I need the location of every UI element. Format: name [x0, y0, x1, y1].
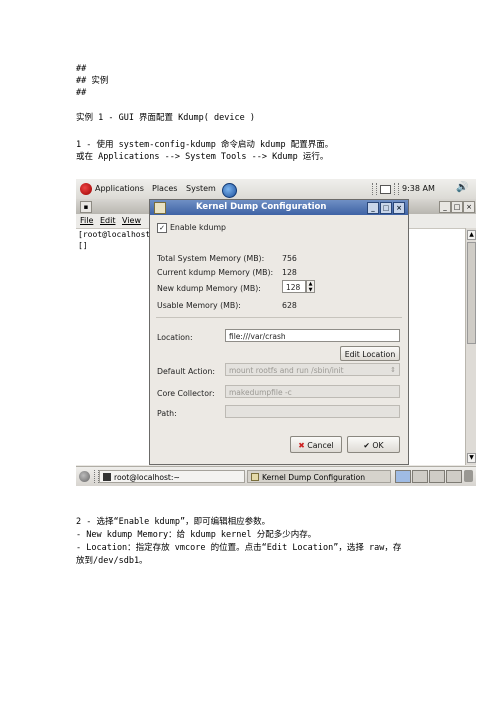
workspace-1[interactable]: [395, 470, 411, 483]
dialog-minimize-icon[interactable]: _: [367, 202, 379, 214]
total-memory-label: Total System Memory (MB):: [157, 254, 265, 263]
system-menu[interactable]: System: [186, 184, 216, 193]
redhat-icon: [80, 183, 92, 195]
dialog-close-icon[interactable]: ×: [393, 202, 405, 214]
dropdown-icon: ⇕: [390, 366, 396, 374]
menu-view[interactable]: View: [122, 216, 141, 225]
path-label: Path:: [157, 409, 177, 418]
network-icon[interactable]: [380, 185, 391, 194]
enable-kdump-checkbox[interactable]: ✓: [157, 223, 167, 233]
heading-marker: ##: [76, 64, 87, 74]
default-action-label: Default Action:: [157, 367, 216, 376]
step2-line2: - New kdump Memory：给 kdump kernel 分配多少内存…: [76, 530, 317, 540]
kdump-app-icon: [251, 473, 259, 481]
current-memory-label: Current kdump Memory (MB):: [157, 268, 274, 277]
edit-location-button[interactable]: Edit Location: [340, 346, 400, 361]
panel-handle-icon: [372, 183, 377, 195]
step2-line3: - Location：指定存放 vmcore 的位置。点击“Edit Locat…: [76, 543, 402, 553]
current-memory-value: 128: [282, 268, 297, 277]
ok-icon: ✔: [363, 441, 370, 450]
terminal-prompt[interactable]: [root@localhost: [78, 230, 150, 239]
step1-line2: 或在 Applications --> System Tools --> Kdu…: [76, 152, 329, 162]
total-memory-value: 756: [282, 254, 297, 263]
dialog-app-icon[interactable]: [154, 202, 166, 214]
location-label: Location:: [157, 333, 193, 342]
maximize-icon[interactable]: □: [451, 201, 463, 213]
scroll-down-icon[interactable]: ▼: [467, 453, 476, 463]
core-collector-label: Core Collector:: [157, 389, 215, 398]
ok-button[interactable]: ✔ OK: [347, 436, 400, 453]
separator: [156, 317, 402, 318]
usable-memory-label: Usable Memory (MB):: [157, 301, 241, 310]
task-terminal[interactable]: root@localhost:~: [99, 470, 245, 483]
top-panel: Applications Places System 9:38 AM 🔊: [76, 179, 476, 200]
location-input[interactable]: file:///var/crash: [225, 329, 400, 342]
default-action-select[interactable]: mount rootfs and run /sbin/init ⇕: [225, 363, 400, 376]
scroll-up-icon[interactable]: ▲: [467, 230, 476, 240]
terminal-scrollbar[interactable]: ▲ ▼: [465, 228, 476, 465]
menu-file[interactable]: File: [80, 216, 93, 225]
cancel-icon: ✖: [298, 441, 305, 450]
task-kdump[interactable]: Kernel Dump Configuration: [247, 470, 391, 483]
heading-marker: ##: [76, 88, 87, 98]
new-memory-label: New kdump Memory (MB):: [157, 284, 261, 293]
applications-menu[interactable]: Applications: [95, 184, 144, 193]
step2-line4: 放到/dev/sdb1。: [76, 556, 148, 566]
new-memory-input[interactable]: 128: [282, 280, 306, 293]
workspace-2[interactable]: [412, 470, 428, 483]
core-collector-input[interactable]: makedumpfile -c: [225, 385, 400, 398]
memory-stepper[interactable]: ▲ ▼: [306, 280, 315, 293]
close-icon[interactable]: ×: [463, 201, 475, 213]
step1-line1: 1 - 使用 system-config-kdump 命令启动 kdump 配置…: [76, 140, 334, 150]
dialog-titlebar: Kernel Dump Configuration _ □ ×: [150, 200, 408, 215]
terminal-icon: [103, 473, 111, 481]
heading-example: ## 实例: [76, 76, 109, 86]
usable-memory-value: 628: [282, 301, 297, 310]
kdump-dialog: Kernel Dump Configuration _ □ × ✓ Enable…: [149, 199, 409, 465]
globe-icon[interactable]: [222, 183, 237, 198]
dialog-title: Kernel Dump Configuration: [196, 202, 327, 212]
embedded-screenshot: Applications Places System 9:38 AM 🔊 ▪ _…: [76, 179, 476, 486]
cancel-button[interactable]: ✖ Cancel: [290, 436, 342, 453]
example-title: 实例 1 - GUI 界面配置 Kdump( device ): [76, 113, 255, 123]
enable-kdump-label[interactable]: Enable kdump: [170, 223, 226, 232]
show-desktop-icon[interactable]: [79, 471, 90, 482]
trash-icon[interactable]: [464, 470, 473, 482]
step2-line1: 2 - 选择“Enable kdump”，即可编辑相应参数。: [76, 517, 271, 527]
places-menu[interactable]: Places: [152, 184, 177, 193]
menu-edit[interactable]: Edit: [100, 216, 116, 225]
panel-handle-icon: [394, 183, 399, 195]
minimize-icon[interactable]: _: [439, 201, 451, 213]
scroll-thumb[interactable]: [467, 242, 476, 344]
window-menu-icon[interactable]: ▪: [80, 201, 92, 213]
terminal-cursor: []: [78, 241, 88, 250]
bottom-taskbar: root@localhost:~ Kernel Dump Configurati…: [76, 466, 476, 486]
path-input[interactable]: [225, 405, 400, 418]
volume-icon[interactable]: 🔊: [456, 182, 468, 193]
dialog-maximize-icon[interactable]: □: [380, 202, 392, 214]
clock[interactable]: 9:38 AM: [402, 184, 435, 193]
workspace-3[interactable]: [429, 470, 445, 483]
workspace-4[interactable]: [446, 470, 462, 483]
default-action-value: mount rootfs and run /sbin/init: [229, 366, 344, 375]
